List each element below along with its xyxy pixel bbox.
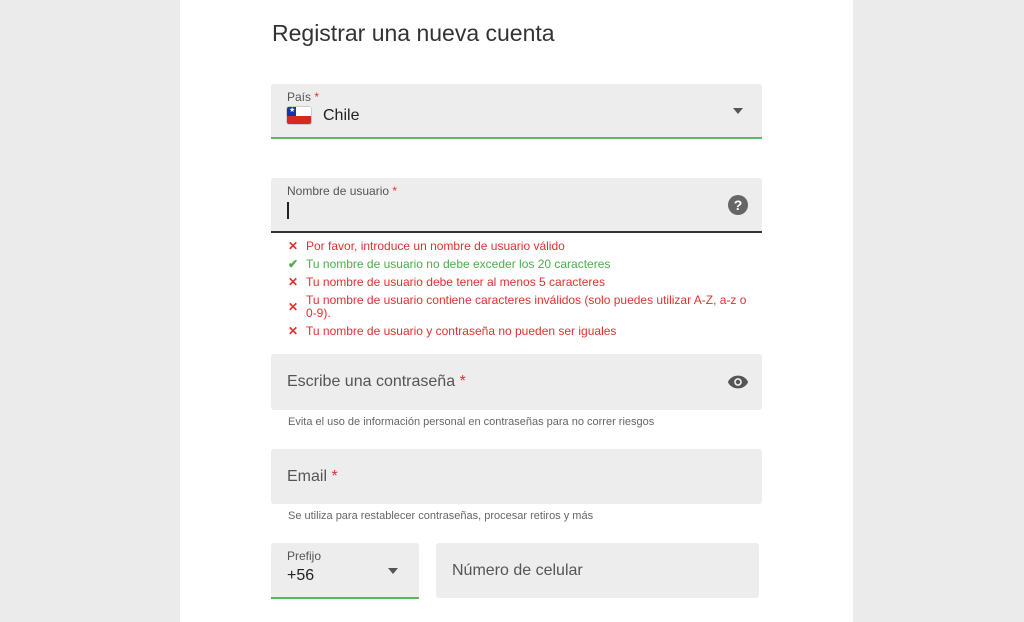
country-value: Chile (323, 107, 360, 124)
rule-item: ✕ Tu nombre de usuario contiene caracter… (288, 293, 747, 320)
text-cursor (287, 202, 289, 219)
rule-item: ✕ Tu nombre de usuario y contraseña no p… (288, 324, 617, 338)
chile-flag-icon: ★ (287, 107, 311, 124)
prefix-label: Prefijo (287, 549, 322, 563)
username-label: Nombre de usuario * (287, 184, 398, 198)
phone-placeholder: Número de celular (452, 562, 583, 579)
prefix-select[interactable]: Prefijo +56 (271, 543, 419, 599)
password-field[interactable]: Escribe una contraseña * (271, 354, 762, 410)
cross-icon: ✕ (288, 300, 299, 314)
password-hint: Evita el uso de información personal en … (288, 416, 655, 428)
page-title: Registrar una nueva cuenta (272, 20, 555, 46)
phone-field[interactable]: Número de celular (436, 543, 759, 598)
rule-item: ✕ Por favor, introduce un nombre de usua… (288, 239, 565, 253)
chevron-down-icon[interactable] (388, 568, 398, 574)
username-field[interactable]: Nombre de usuario * ? (271, 178, 762, 233)
username-rules-list: ✕ Por favor, introduce un nombre de usua… (288, 240, 758, 343)
eye-icon[interactable] (727, 374, 749, 390)
email-placeholder: Email * (287, 468, 338, 485)
country-select[interactable]: País * ★ Chile (271, 84, 762, 139)
country-label: País * (287, 90, 320, 104)
password-placeholder: Escribe una contraseña * (287, 373, 466, 390)
email-hint: Se utiliza para restablecer contraseñas,… (288, 510, 594, 522)
cross-icon: ✕ (288, 275, 299, 289)
rule-item: ✔ Tu nombre de usuario no debe exceder l… (288, 257, 611, 271)
chevron-down-icon[interactable] (733, 108, 743, 114)
email-field[interactable]: Email * (271, 449, 762, 504)
prefix-value: +56 (287, 567, 315, 584)
help-icon[interactable]: ? (728, 195, 748, 215)
cross-icon: ✕ (288, 239, 299, 253)
cross-icon: ✕ (288, 324, 299, 338)
rule-item: ✕ Tu nombre de usuario debe tener al men… (288, 275, 606, 289)
check-icon: ✔ (288, 257, 299, 271)
